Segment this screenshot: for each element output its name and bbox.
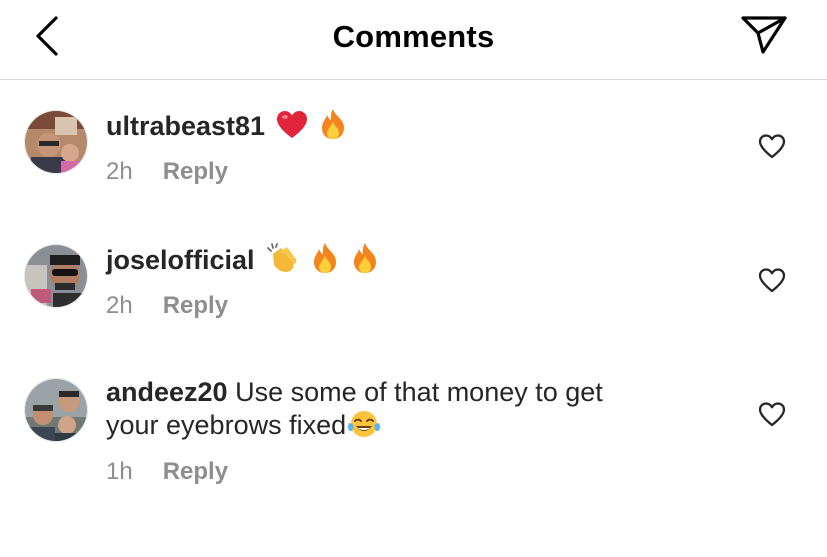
tears-of-joy-emoji-icon [347, 409, 381, 447]
comment-meta: 2h Reply [106, 292, 228, 320]
fire-emoji-icon [318, 108, 348, 148]
comment-body: Use some of that money to get [235, 377, 603, 407]
comment-username[interactable]: joselofficial [106, 245, 255, 275]
comment-timestamp: 1h [106, 458, 133, 485]
share-button[interactable] [739, 12, 789, 58]
comment-text: andeez20 Use some of that money to get y… [106, 376, 726, 447]
comment-meta: 1h Reply [106, 458, 228, 486]
avatar[interactable] [24, 378, 88, 442]
like-button[interactable] [757, 400, 787, 428]
reply-button[interactable]: Reply [163, 158, 228, 186]
comments-header: Comments [0, 0, 827, 80]
comment-timestamp: 2h [106, 158, 133, 185]
avatar[interactable] [24, 244, 88, 308]
heart-outline-icon [758, 268, 786, 293]
fire-emoji-icon [310, 242, 340, 282]
heart-outline-icon [758, 134, 786, 159]
comment-text: joselofficial [106, 242, 726, 282]
reply-button[interactable]: Reply [163, 292, 228, 320]
fire-emoji-icon [350, 242, 380, 282]
comment-meta: 2h Reply [106, 158, 228, 186]
comment-text: ultrabeast81 [106, 108, 726, 148]
comment-username[interactable]: ultrabeast81 [106, 111, 265, 141]
heart-outline-icon [758, 402, 786, 427]
reply-button[interactable]: Reply [163, 458, 228, 486]
clapping-hands-emoji-icon [265, 242, 299, 282]
page-title: Comments [332, 19, 495, 54]
avatar[interactable] [24, 110, 88, 174]
comment-timestamp: 2h [106, 292, 133, 319]
comment-item: andeez20 Use some of that money to get y… [0, 376, 827, 496]
red-heart-emoji-icon [276, 110, 308, 148]
like-button[interactable] [757, 266, 787, 294]
comment-body-line2: your eyebrows fixed [106, 410, 347, 440]
like-button[interactable] [757, 132, 787, 160]
comment-username[interactable]: andeez20 [106, 377, 228, 407]
comment-item: joselofficial 2h Reply [0, 242, 827, 342]
comment-item: ultrabeast81 2h Reply [0, 108, 827, 208]
paper-plane-icon [741, 16, 787, 54]
